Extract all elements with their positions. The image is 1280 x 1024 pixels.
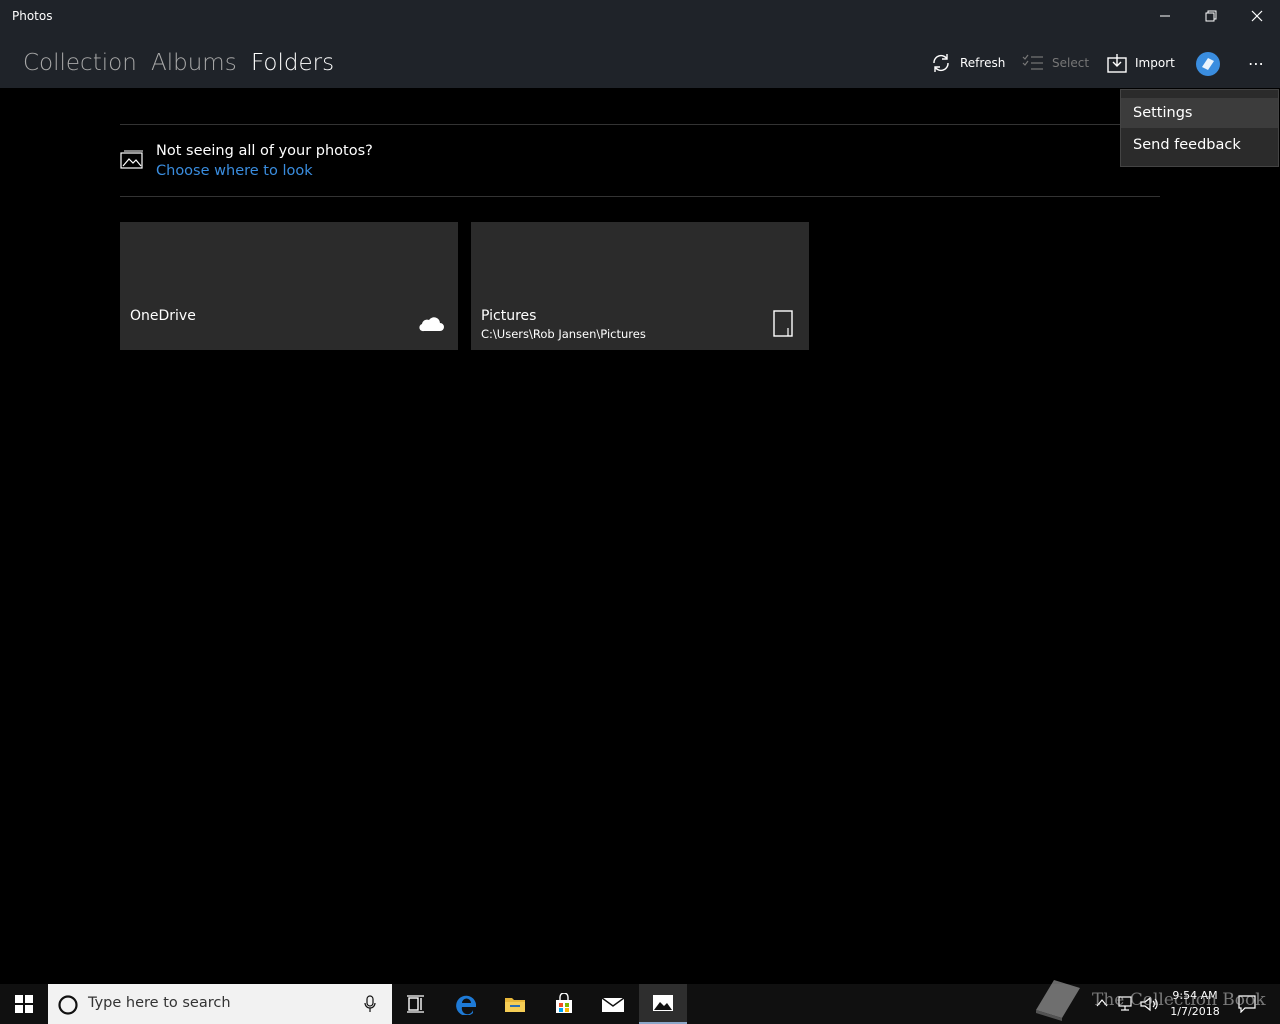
tab-folders[interactable]: Folders bbox=[251, 50, 334, 76]
folder-name: Pictures bbox=[481, 308, 537, 324]
refresh-label: Refresh bbox=[960, 56, 1006, 70]
clock-time: 9:54 AM bbox=[1172, 989, 1218, 1002]
close-button[interactable] bbox=[1234, 0, 1280, 32]
window-title: Photos bbox=[12, 9, 53, 23]
select-label: Select bbox=[1052, 56, 1090, 70]
import-label: Import bbox=[1135, 56, 1175, 70]
store-icon bbox=[556, 993, 572, 1013]
clock-date: 1/7/2018 bbox=[1170, 1005, 1220, 1018]
taskbar-store[interactable] bbox=[540, 984, 588, 1024]
checklist-icon bbox=[1022, 54, 1043, 70]
folder-path: C:\Users\Rob Jansen\Pictures bbox=[481, 327, 646, 341]
top-divider bbox=[120, 124, 1160, 125]
minimize-button[interactable] bbox=[1142, 0, 1188, 32]
taskbar-edge[interactable] bbox=[443, 984, 491, 1024]
start-button[interactable] bbox=[0, 984, 48, 1024]
edge-icon bbox=[456, 995, 476, 1015]
refresh-button[interactable]: Refresh bbox=[930, 50, 1005, 76]
folder-tile-onedrive[interactable]: OneDrive bbox=[120, 222, 458, 350]
mail-icon bbox=[601, 997, 625, 1012]
network-icon[interactable] bbox=[1118, 996, 1136, 1012]
folder-icon bbox=[505, 998, 525, 1012]
action-center-icon[interactable] bbox=[1238, 995, 1256, 1013]
device-icon bbox=[773, 310, 793, 337]
menu-item-settings[interactable]: Settings bbox=[1121, 98, 1278, 128]
title-bar: Photos bbox=[0, 0, 1280, 32]
task-view-button[interactable] bbox=[392, 984, 440, 1024]
account-avatar[interactable] bbox=[1196, 52, 1220, 76]
more-options-button[interactable]: ⋯ bbox=[1244, 54, 1268, 74]
restore-icon bbox=[1205, 10, 1217, 22]
taskbar: Type here to search 9:54 AM 1/7/2018 bbox=[0, 984, 1280, 1024]
bottom-divider bbox=[120, 196, 1160, 197]
book-icon bbox=[1202, 58, 1214, 70]
volume-icon[interactable] bbox=[1140, 996, 1160, 1012]
app-header: Collection Albums Folders Refresh Select… bbox=[0, 32, 1280, 88]
minimize-icon bbox=[1160, 15, 1170, 17]
refresh-icon bbox=[933, 54, 949, 72]
restore-button[interactable] bbox=[1188, 0, 1234, 32]
chevron-up-icon[interactable] bbox=[1096, 998, 1108, 1008]
cloud-icon bbox=[419, 317, 444, 332]
cortana-icon bbox=[58, 995, 78, 1015]
menu-item-send-feedback[interactable]: Send feedback bbox=[1121, 130, 1278, 160]
folder-name: OneDrive bbox=[130, 308, 196, 324]
photo-icon bbox=[120, 150, 143, 169]
close-icon bbox=[1251, 10, 1263, 22]
notice-text: Not seeing all of your photos? bbox=[156, 143, 373, 159]
tab-collection[interactable]: Collection bbox=[23, 50, 137, 76]
import-button[interactable]: Import bbox=[1107, 50, 1175, 76]
select-button[interactable]: Select bbox=[1022, 50, 1089, 76]
ellipsis-icon: ⋯ bbox=[1248, 54, 1264, 73]
microphone-icon[interactable] bbox=[364, 995, 376, 1013]
windows-icon bbox=[15, 995, 33, 1013]
choose-where-link[interactable]: Choose where to look bbox=[156, 163, 313, 179]
folder-tile-pictures[interactable]: Pictures C:\Users\Rob Jansen\Pictures bbox=[471, 222, 809, 350]
tab-albums[interactable]: Albums bbox=[151, 50, 237, 76]
taskbar-search-box[interactable]: Type here to search bbox=[48, 984, 392, 1024]
search-placeholder: Type here to search bbox=[88, 995, 231, 1011]
taskbar-mail[interactable] bbox=[589, 984, 637, 1024]
taskbar-photos[interactable] bbox=[639, 984, 687, 1024]
taskbar-file-explorer[interactable] bbox=[491, 984, 539, 1024]
more-options-menu: Settings Send feedback bbox=[1120, 89, 1279, 167]
taskbar-clock[interactable]: 9:54 AM 1/7/2018 bbox=[1160, 988, 1230, 1020]
import-icon bbox=[1107, 54, 1127, 73]
task-view-icon bbox=[407, 995, 424, 1013]
photos-app-icon bbox=[653, 995, 673, 1011]
